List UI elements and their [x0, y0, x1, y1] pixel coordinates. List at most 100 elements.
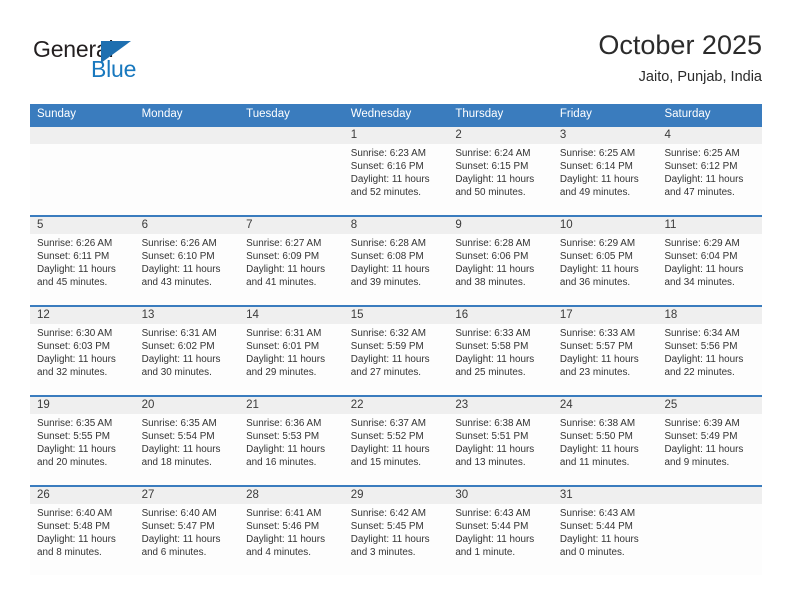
day-cell[interactable]: Sunrise: 6:40 AM Sunset: 5:47 PM Dayligh…	[135, 504, 240, 575]
day-cell[interactable]: Sunrise: 6:29 AM Sunset: 6:04 PM Dayligh…	[657, 234, 762, 305]
day-number: 11	[664, 219, 677, 231]
day-cell[interactable]: Sunrise: 6:24 AM Sunset: 6:15 PM Dayligh…	[448, 144, 553, 215]
sunset-text: Sunset: 5:44 PM	[559, 521, 633, 533]
daylight-text-cont: and 8 minutes.	[37, 547, 102, 559]
day-number: 31	[559, 489, 573, 501]
week-date-band: 19 20 21 22 23 24 25	[30, 397, 762, 414]
sunrise-text: Sunrise: 6:31 AM	[141, 328, 217, 339]
daylight-text: Daylight: 11 hours	[559, 264, 639, 276]
day-cell[interactable]: Sunrise: 6:27 AM Sunset: 6:09 PM Dayligh…	[239, 234, 344, 305]
day-number	[239, 127, 344, 144]
sunset-text: Sunset: 6:11 PM	[37, 251, 110, 263]
day-cell[interactable]: Sunrise: 6:37 AM Sunset: 5:52 PM Dayligh…	[344, 414, 449, 485]
daylight-text-cont: and 30 minutes.	[141, 367, 212, 379]
day-number: 5	[37, 219, 44, 231]
sunrise-text: Sunrise: 6:26 AM	[141, 238, 217, 249]
day-cell[interactable]: Sunrise: 6:36 AM Sunset: 5:53 PM Dayligh…	[239, 414, 344, 485]
sunset-text: Sunset: 5:47 PM	[141, 521, 215, 533]
weekday-header-thursday: Thursday	[455, 108, 504, 120]
sunset-text: Sunset: 5:59 PM	[350, 341, 424, 353]
daylight-text-cont: and 27 minutes.	[350, 367, 422, 379]
sunrise-text: Sunrise: 6:38 AM	[559, 418, 636, 429]
sunrise-text: Sunrise: 6:25 AM	[664, 148, 740, 159]
day-number: 8	[350, 219, 358, 231]
sunrise-text: Sunrise: 6:32 AM	[350, 328, 426, 339]
sunset-text: Sunset: 5:58 PM	[455, 341, 529, 353]
daylight-text-cont: and 29 minutes.	[246, 367, 317, 379]
day-cell[interactable]: Sunrise: 6:33 AM Sunset: 5:57 PM Dayligh…	[553, 324, 658, 395]
day-number: 16	[455, 309, 469, 321]
brand-logo[interactable]: General Blue	[33, 36, 153, 88]
sunset-text: Sunset: 6:15 PM	[455, 161, 529, 173]
sunrise-text: Sunrise: 6:33 AM	[455, 328, 531, 339]
week-row: 5 6 7 8 9 10 11 Sunrise: 6:26 AM Sunset:…	[30, 215, 762, 305]
title-block: October 2025 Jaito, Punjab, India	[598, 28, 762, 88]
day-cell[interactable]: Sunrise: 6:31 AM Sunset: 6:02 PM Dayligh…	[135, 324, 240, 395]
day-cell[interactable]: Sunrise: 6:43 AM Sunset: 5:44 PM Dayligh…	[448, 504, 553, 575]
day-cell[interactable]: Sunrise: 6:26 AM Sunset: 6:10 PM Dayligh…	[135, 234, 240, 305]
sunrise-text: Sunrise: 6:43 AM	[559, 508, 636, 519]
weekday-header-tuesday: Tuesday	[246, 108, 290, 120]
day-cell[interactable]: Sunrise: 6:23 AM Sunset: 6:16 PM Dayligh…	[344, 144, 449, 215]
week-date-band: 26 27 28 29 30 31	[30, 487, 762, 504]
page-header: General Blue October 2025 Jaito, Punjab,…	[30, 28, 762, 98]
day-cell[interactable]: Sunrise: 6:40 AM Sunset: 5:48 PM Dayligh…	[30, 504, 135, 575]
day-cell[interactable]: Sunrise: 6:28 AM Sunset: 6:08 PM Dayligh…	[344, 234, 449, 305]
day-cell[interactable]: Sunrise: 6:34 AM Sunset: 5:56 PM Dayligh…	[657, 324, 762, 395]
day-cell[interactable]: Sunrise: 6:43 AM Sunset: 5:44 PM Dayligh…	[553, 504, 658, 575]
day-number: 18	[664, 309, 678, 321]
day-number: 1	[350, 129, 358, 141]
week-date-band: 1 2 3 4	[30, 127, 762, 144]
day-cell[interactable]	[239, 144, 344, 215]
sunset-text: Sunset: 5:48 PM	[37, 521, 111, 533]
day-cell[interactable]: Sunrise: 6:29 AM Sunset: 6:05 PM Dayligh…	[553, 234, 658, 305]
day-cell[interactable]: Sunrise: 6:32 AM Sunset: 5:59 PM Dayligh…	[344, 324, 449, 395]
daylight-text-cont: and 52 minutes.	[350, 187, 422, 199]
day-cell[interactable]: Sunrise: 6:26 AM Sunset: 6:11 PM Dayligh…	[30, 234, 135, 305]
sunset-text: Sunset: 6:10 PM	[141, 251, 215, 263]
day-cell[interactable]	[135, 144, 240, 215]
weekday-header-saturday: Saturday	[664, 108, 711, 120]
day-cell[interactable]: Sunrise: 6:42 AM Sunset: 5:45 PM Dayligh…	[344, 504, 449, 575]
day-cell[interactable]: Sunrise: 6:33 AM Sunset: 5:58 PM Dayligh…	[448, 324, 553, 395]
day-cell[interactable]: Sunrise: 6:39 AM Sunset: 5:49 PM Dayligh…	[657, 414, 762, 485]
daylight-text: Daylight: 11 hours	[141, 444, 221, 456]
day-cell[interactable]: Sunrise: 6:35 AM Sunset: 5:55 PM Dayligh…	[30, 414, 135, 485]
daylight-text-cont: and 4 minutes.	[246, 547, 311, 559]
day-cell[interactable]: Sunrise: 6:25 AM Sunset: 6:14 PM Dayligh…	[553, 144, 658, 215]
day-cell[interactable]: Sunrise: 6:38 AM Sunset: 5:50 PM Dayligh…	[553, 414, 658, 485]
week-row: 26 27 28 29 30 31 Sunrise: 6:40 AM Sunse…	[30, 485, 762, 575]
week-date-band: 5 6 7 8 9 10 11	[30, 217, 762, 234]
daylight-text-cont: and 43 minutes.	[141, 277, 212, 289]
daylight-text-cont: and 41 minutes.	[246, 277, 317, 289]
sunrise-text: Sunrise: 6:42 AM	[350, 508, 426, 519]
sunset-text: Sunset: 6:08 PM	[350, 251, 424, 263]
daylight-text-cont: and 47 minutes.	[664, 187, 735, 199]
day-number: 9	[455, 219, 462, 231]
day-number: 6	[141, 219, 148, 231]
sunset-text: Sunset: 6:12 PM	[664, 161, 738, 173]
location-subtitle: Jaito, Punjab, India	[638, 69, 762, 85]
weekday-header-wednesday: Wednesday	[350, 108, 412, 120]
daylight-text-cont: and 20 minutes.	[37, 457, 108, 469]
sunrise-text: Sunrise: 6:33 AM	[559, 328, 636, 339]
daylight-text: Daylight: 11 hours	[37, 444, 116, 456]
week-date-band: 12 13 14 15 16 17 18	[30, 307, 762, 324]
daylight-text-cont: and 32 minutes.	[37, 367, 108, 379]
day-cell[interactable]: Sunrise: 6:38 AM Sunset: 5:51 PM Dayligh…	[448, 414, 553, 485]
day-cell[interactable]	[657, 504, 762, 575]
day-cell[interactable]: Sunrise: 6:30 AM Sunset: 6:03 PM Dayligh…	[30, 324, 135, 395]
day-cell[interactable]: Sunrise: 6:41 AM Sunset: 5:46 PM Dayligh…	[239, 504, 344, 575]
day-cell[interactable]: Sunrise: 6:31 AM Sunset: 6:01 PM Dayligh…	[239, 324, 344, 395]
day-cell[interactable]: Sunrise: 6:35 AM Sunset: 5:54 PM Dayligh…	[135, 414, 240, 485]
daylight-text: Daylight: 11 hours	[455, 444, 535, 456]
daylight-text: Daylight: 11 hours	[559, 354, 639, 366]
daylight-text-cont: and 9 minutes.	[664, 457, 730, 469]
day-cell[interactable]: Sunrise: 6:28 AM Sunset: 6:06 PM Dayligh…	[448, 234, 553, 305]
daylight-text-cont: and 49 minutes.	[559, 187, 631, 199]
day-cell[interactable]: Sunrise: 6:25 AM Sunset: 6:12 PM Dayligh…	[657, 144, 762, 215]
sunrise-text: Sunrise: 6:39 AM	[664, 418, 740, 429]
sunrise-text: Sunrise: 6:35 AM	[141, 418, 217, 429]
daylight-text: Daylight: 11 hours	[455, 354, 535, 366]
day-cell[interactable]	[30, 144, 135, 215]
